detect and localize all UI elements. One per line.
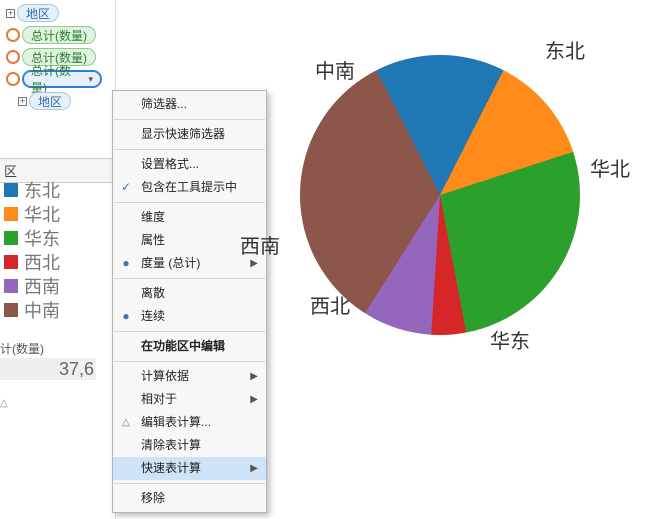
- menu-include-tooltip[interactable]: ✓ 包含在工具提示中: [113, 176, 266, 199]
- legend-label: 东北: [24, 177, 60, 203]
- bullet-icon: ●: [120, 311, 132, 323]
- slice-label-xinan: 西南: [240, 230, 280, 259]
- menu-compute-using[interactable]: 计算依据 ▶: [113, 365, 266, 388]
- legend-label: 西北: [24, 249, 60, 275]
- shelf-dimension-row-2[interactable]: + 地区: [0, 90, 115, 112]
- menu-quick-table-calc[interactable]: 快速表计算 ▶: [113, 457, 266, 480]
- menu-separator: [114, 149, 265, 150]
- bullet-icon: ●: [120, 258, 132, 270]
- legend-item[interactable]: 华北: [4, 202, 60, 226]
- menu-edit-in-shelf[interactable]: 在功能区中编辑: [113, 335, 266, 358]
- context-menu: 筛选器... 显示快速筛选器 设置格式... ✓ 包含在工具提示中 维度 属性 …: [112, 90, 267, 513]
- slice-label-zhongnan: 中南: [315, 55, 355, 84]
- menu-separator: [114, 331, 265, 332]
- table-calc-icon: [6, 50, 20, 64]
- legend-item[interactable]: 东北: [4, 178, 60, 202]
- menu-filter[interactable]: 筛选器...: [113, 93, 266, 116]
- legend-label: 西南: [24, 273, 60, 299]
- legend-label: 中南: [24, 297, 60, 323]
- legend-item[interactable]: 西北: [4, 250, 60, 274]
- legend-item[interactable]: 西南: [4, 274, 60, 298]
- expand-icon[interactable]: +: [6, 9, 15, 18]
- readout-value: 37,6: [0, 358, 96, 380]
- legend-label: 华东: [24, 225, 60, 251]
- expand-icon[interactable]: +: [18, 97, 27, 106]
- menu-label: 连续: [141, 309, 165, 323]
- measure-pill-3[interactable]: 总计(数量) ▾: [22, 70, 102, 88]
- dimension-pill[interactable]: 地区: [17, 4, 59, 22]
- menu-continuous[interactable]: ● 连续: [113, 305, 266, 328]
- legend-item[interactable]: 中南: [4, 298, 60, 322]
- legend-swatch: [4, 207, 18, 221]
- measure-pill-1[interactable]: 总计(数量): [22, 26, 96, 44]
- delta-icon: △: [120, 417, 132, 429]
- legend-swatch: [4, 183, 18, 197]
- menu-edit-table-calc[interactable]: △ 编辑表计算...: [113, 411, 266, 434]
- menu-dimension[interactable]: 维度: [113, 206, 266, 229]
- menu-label: 包含在工具提示中: [141, 180, 237, 194]
- legend-swatch: [4, 255, 18, 269]
- menu-separator: [114, 119, 265, 120]
- menu-label: 相对于: [141, 392, 177, 406]
- menu-label: 计算依据: [141, 369, 189, 383]
- menu-show-quick-filter[interactable]: 显示快速筛选器: [113, 123, 266, 146]
- table-calc-icon: [6, 28, 20, 42]
- legend-swatch: [4, 303, 18, 317]
- menu-format[interactable]: 设置格式...: [113, 153, 266, 176]
- shelf-measure-row-1[interactable]: 总计(数量): [0, 24, 115, 46]
- measure-pill-label: 总计(数量): [31, 62, 84, 96]
- shelf-measure-row-3-selected[interactable]: 总计(数量) ▾: [0, 68, 115, 90]
- table-calc-icon: [6, 72, 20, 86]
- shelf-dimension-row[interactable]: + 地区: [0, 2, 115, 24]
- submenu-arrow-icon: ▶: [250, 388, 258, 411]
- chevron-down-icon[interactable]: ▾: [88, 74, 93, 85]
- menu-label: 度量 (总计): [141, 256, 200, 270]
- color-legend: 东北 华北 华东 西北 西南 中南: [4, 178, 60, 322]
- check-icon: ✓: [120, 182, 132, 194]
- menu-label: 快速表计算: [141, 461, 201, 475]
- menu-relative-to[interactable]: 相对于 ▶: [113, 388, 266, 411]
- slice-label-dongbei: 东北: [545, 35, 585, 64]
- readout-label: 计(数量): [0, 340, 44, 357]
- menu-separator: [114, 202, 265, 203]
- menu-separator: [114, 483, 265, 484]
- menu-remove[interactable]: 移除: [113, 487, 266, 510]
- menu-label: 编辑表计算...: [141, 415, 211, 429]
- menu-separator: [114, 278, 265, 279]
- legend-item[interactable]: 华东: [4, 226, 60, 250]
- legend-label: 华北: [24, 201, 60, 227]
- legend-swatch: [4, 279, 18, 293]
- slice-label-xibei: 西北: [310, 290, 350, 319]
- submenu-arrow-icon: ▶: [250, 365, 258, 388]
- dimension-pill-2[interactable]: 地区: [29, 92, 71, 110]
- submenu-arrow-icon: ▶: [250, 457, 258, 480]
- slice-label-huabei: 华北: [590, 153, 630, 182]
- menu-clear-table-calc[interactable]: 清除表计算: [113, 434, 266, 457]
- delta-icon: △: [0, 398, 8, 409]
- left-panel: + 地区 总计(数量) 总计(数量) 总计(数量) ▾ + 地区 区 东北 华北…: [0, 0, 116, 519]
- menu-separator: [114, 361, 265, 362]
- menu-discrete[interactable]: 离散: [113, 282, 266, 305]
- slice-label-huadong: 华东: [490, 325, 530, 354]
- legend-swatch: [4, 231, 18, 245]
- pie-chart: 东北 华北 华东 西北 西南 中南: [270, 25, 660, 355]
